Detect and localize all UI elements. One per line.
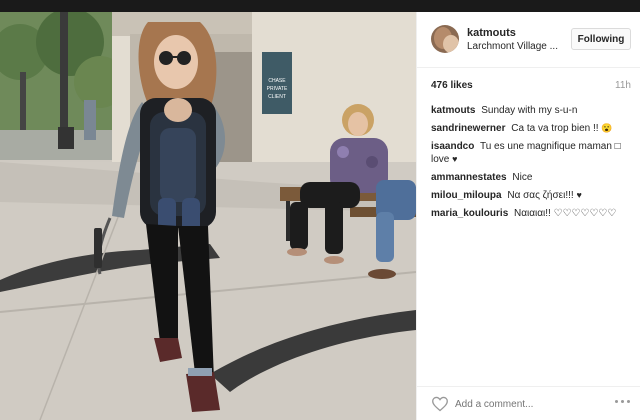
post-location[interactable]: Larchmont Village ...: [467, 41, 558, 52]
comment-footer: [417, 386, 640, 420]
heart-emoji-icon: ♥: [452, 154, 458, 164]
heart-emoji-icon: ♥: [576, 190, 582, 200]
following-button[interactable]: Following: [571, 28, 631, 50]
comment-text: Ca ta va trop bien !!: [511, 123, 599, 134]
add-comment-input[interactable]: [455, 396, 605, 412]
more-options-icon[interactable]: [615, 400, 631, 406]
post-header: katmouts Larchmont Village ... Following: [417, 12, 640, 68]
post-photo[interactable]: CHASE PRIVATE CLIENT: [0, 12, 416, 420]
post-time[interactable]: 11h: [615, 80, 631, 91]
surprised-emoji-icon: 😮: [601, 123, 613, 133]
comment-item: milou_miloupa Να σας ζήσει!!! ♥: [431, 189, 635, 202]
heart-outline-icon[interactable]: [431, 396, 449, 412]
likes-count[interactable]: 476 likes: [431, 80, 473, 91]
comment-text: Sunday with my s-u-n: [481, 105, 578, 116]
author-username[interactable]: katmouts: [467, 27, 516, 39]
comment-username[interactable]: sandrinewerner: [431, 123, 505, 134]
svg-text:PRIVATE: PRIVATE: [267, 86, 288, 92]
comment-username[interactable]: milou_miloupa: [431, 190, 502, 201]
avatar[interactable]: [431, 25, 459, 53]
comment-item: maria_koulouris Ναιαιαι!! ♡♡♡♡♡♡♡: [431, 207, 635, 220]
comment-username[interactable]: maria_koulouris: [431, 208, 508, 219]
comment-item: isaandco Tu es une magnifique maman □ lo…: [431, 140, 635, 166]
comment-username[interactable]: ammannestates: [431, 172, 507, 183]
comment-item: sandrinewerner Ca ta va trop bien !! 😮: [431, 122, 635, 135]
comment-text: Να σας ζήσει!!!: [507, 190, 574, 201]
comment-item: ammannestates Nice: [431, 171, 635, 184]
bank-sign-text: CHASE: [268, 78, 286, 84]
comment-item: katmouts Sunday with my s-u-n: [431, 104, 635, 117]
comment-text: Nice: [512, 172, 533, 183]
comment-text: Ναιαιαι!! ♡♡♡♡♡♡♡: [514, 208, 617, 219]
post-meta: 476 likes 11h: [417, 78, 640, 98]
window-top-bar: [0, 0, 640, 12]
post-details-panel: katmouts Larchmont Village ... Following…: [416, 12, 640, 420]
comment-list: katmouts Sunday with my s-u-n sandrinewe…: [431, 104, 635, 225]
comment-username[interactable]: katmouts: [431, 105, 475, 116]
comment-username[interactable]: isaandco: [431, 141, 474, 152]
svg-text:CLIENT: CLIENT: [268, 94, 286, 100]
